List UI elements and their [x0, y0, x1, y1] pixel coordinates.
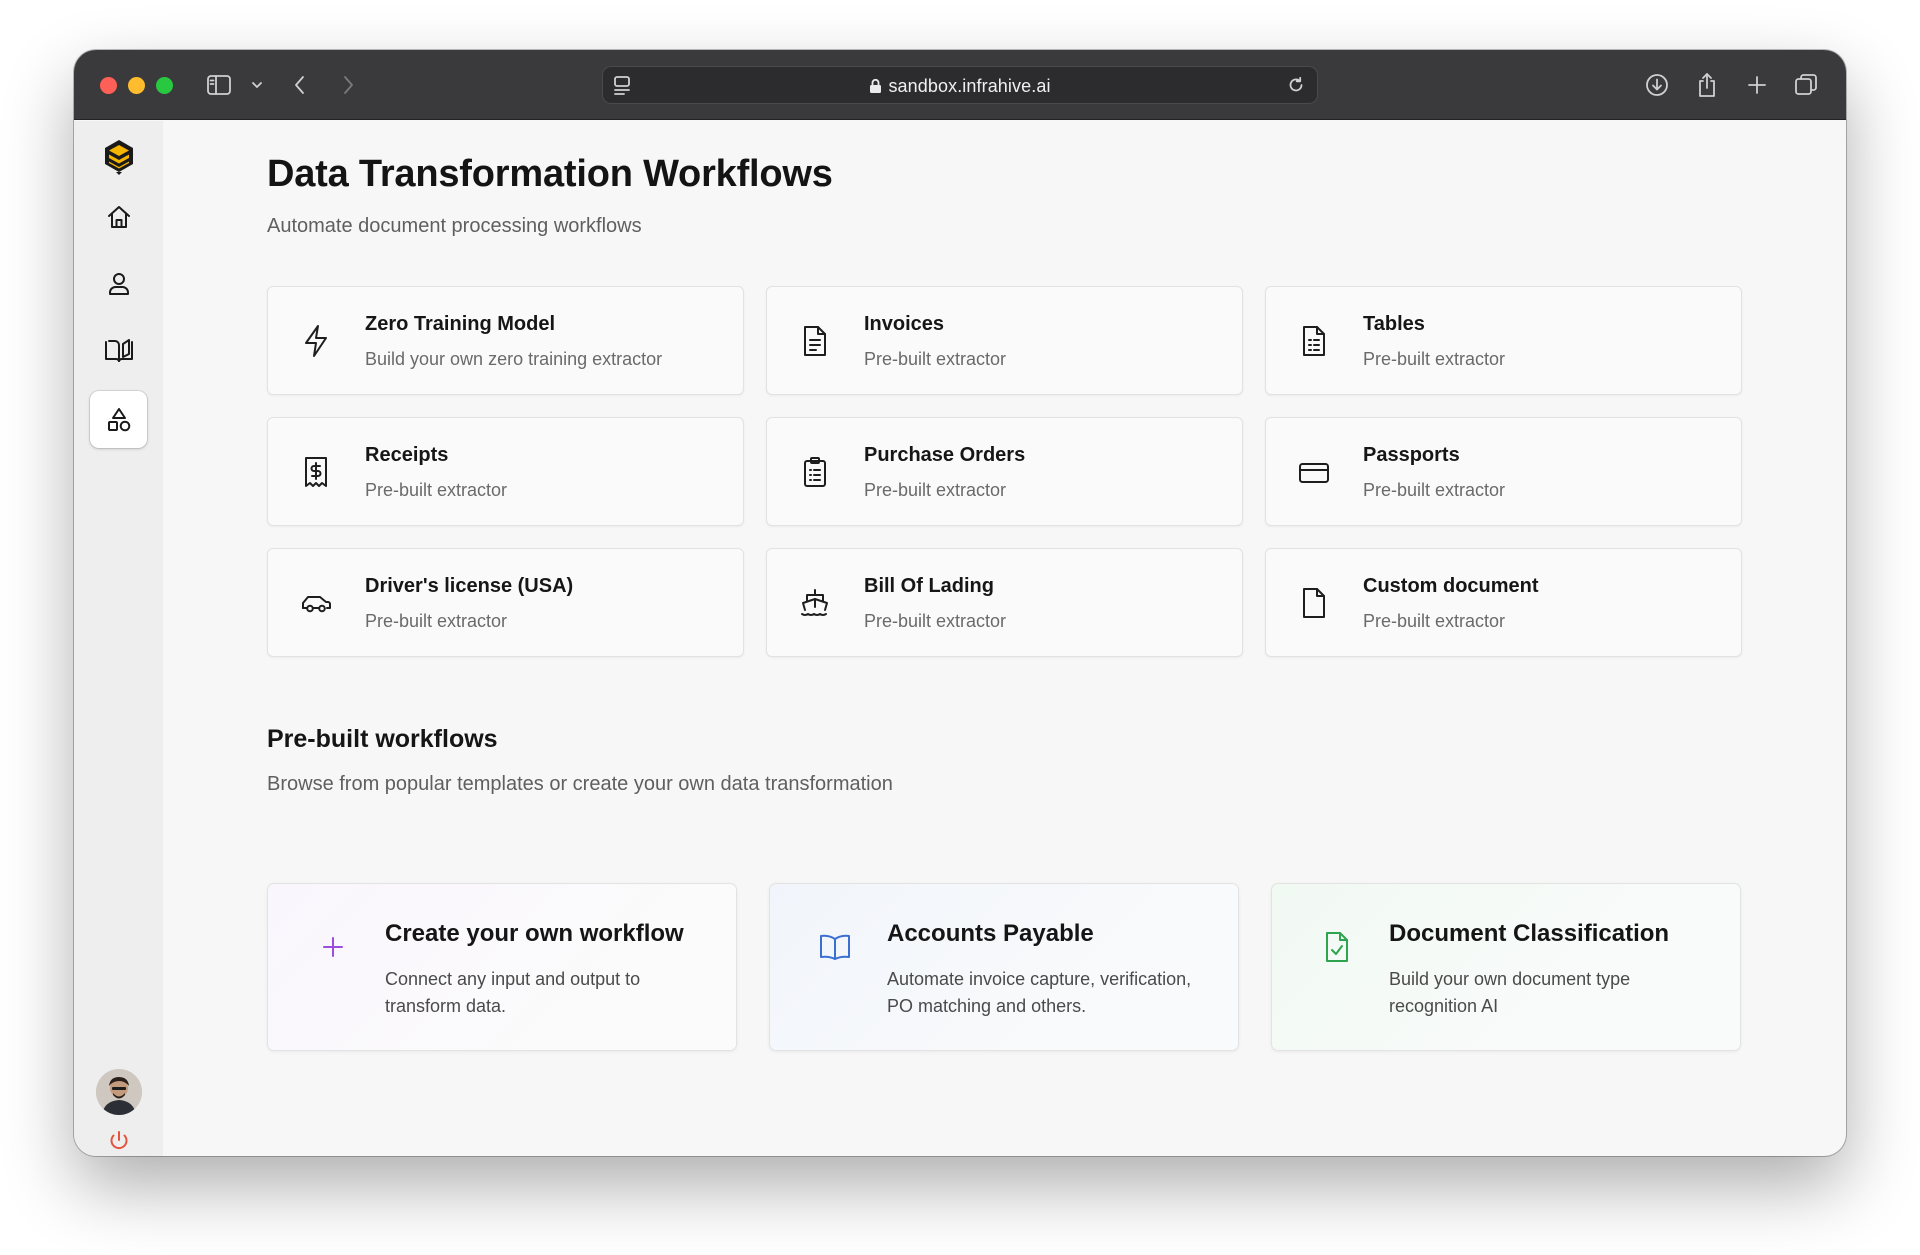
workflow-card-create-own[interactable]: Create your own workflow Connect any inp…: [267, 883, 737, 1051]
open-book-icon: [818, 930, 852, 964]
reload-icon[interactable]: [1281, 70, 1311, 100]
plus-icon: [316, 930, 350, 964]
infrahive-logo[interactable]: [90, 128, 147, 185]
document-text-icon: [799, 323, 831, 359]
card-title: Invoices: [864, 313, 945, 335]
card-subtitle: Pre-built extractor: [864, 611, 1007, 631]
extractor-card-purchase-orders[interactable]: Purchase Orders Pre-built extractor: [766, 417, 1243, 526]
extractor-card-drivers-license[interactable]: Driver's license (USA) Pre-built extract…: [267, 548, 744, 657]
new-tab-icon[interactable]: [1742, 70, 1772, 100]
clipboard-list-icon: [799, 454, 831, 490]
workflow-description: Automate invoice capture, verification, …: [887, 969, 1192, 1016]
share-icon[interactable]: [1692, 70, 1722, 100]
close-window-button[interactable]: [100, 77, 117, 94]
extractor-card-passports[interactable]: Passports Pre-built extractor: [1265, 417, 1742, 526]
card-subtitle: Pre-built extractor: [365, 611, 508, 631]
lock-icon: [869, 78, 882, 99]
sidebar-toggle-icon[interactable]: [204, 70, 234, 100]
power-icon[interactable]: [90, 1123, 147, 1156]
workflow-title: Document Classification: [1389, 920, 1670, 947]
book-icon[interactable]: [90, 321, 147, 378]
app-sidebar: [74, 121, 163, 1156]
workflow-description: Connect any input and output to transfor…: [385, 969, 641, 1016]
zoom-window-button[interactable]: [156, 77, 173, 94]
car-icon: [300, 585, 332, 621]
card-subtitle: Pre-built extractor: [365, 480, 508, 500]
blank-document-icon: [1298, 585, 1330, 621]
card-subtitle: Build your own zero training extractor: [365, 349, 663, 369]
card-title: Bill Of Lading: [864, 575, 994, 597]
main-content: Data Transformation Workflows Automate d…: [163, 121, 1846, 1156]
extractor-card-receipts[interactable]: Receipts Pre-built extractor: [267, 417, 744, 526]
card-title: Custom document: [1363, 575, 1539, 597]
section-subtitle: Browse from popular templates or create …: [267, 773, 893, 795]
workflow-card-document-classification[interactable]: Document Classification Build your own d…: [1271, 883, 1741, 1051]
browser-toolbar: sandbox.infrahive.ai: [74, 50, 1846, 120]
tab-overview-icon[interactable]: [1791, 70, 1821, 100]
forward-arrow-icon[interactable]: [333, 70, 363, 100]
card-subtitle: Pre-built extractor: [864, 480, 1007, 500]
workflow-title: Accounts Payable: [887, 920, 1094, 947]
table-document-icon: [1298, 323, 1330, 359]
card-title: Purchase Orders: [864, 444, 1026, 466]
card-subtitle: Pre-built extractor: [864, 349, 1007, 369]
card-subtitle: Pre-built extractor: [1363, 611, 1506, 631]
user-avatar[interactable]: [96, 1069, 142, 1115]
download-icon[interactable]: [1642, 70, 1672, 100]
workflow-card-accounts-payable[interactable]: Accounts Payable Automate invoice captur…: [769, 883, 1239, 1051]
card-title: Passports: [1363, 444, 1460, 466]
extractor-card-tables[interactable]: Tables Pre-built extractor: [1265, 286, 1742, 395]
user-icon[interactable]: [90, 255, 147, 312]
card-title: Zero Training Model: [365, 313, 556, 335]
page-title: Data Transformation Workflows: [267, 153, 833, 195]
home-icon[interactable]: [90, 188, 147, 245]
workflow-description: Build your own document type recognition…: [1389, 969, 1631, 1016]
shapes-icon[interactable]: [90, 391, 147, 448]
ship-icon: [799, 585, 831, 621]
extractor-card-custom-document[interactable]: Custom document Pre-built extractor: [1265, 548, 1742, 657]
workflow-title: Create your own workflow: [385, 920, 684, 947]
section-title: Pre-built workflows: [267, 725, 498, 753]
card-title: Receipts: [365, 444, 449, 466]
browser-window: sandbox.infrahive.ai Data Transformation…: [74, 50, 1846, 1156]
chevron-down-icon[interactable]: [242, 70, 272, 100]
credit-card-icon: [1298, 454, 1330, 490]
lightning-icon: [300, 323, 332, 359]
card-title: Tables: [1363, 313, 1425, 335]
url-text: sandbox.infrahive.ai: [888, 76, 1051, 96]
card-subtitle: Pre-built extractor: [1363, 349, 1506, 369]
card-subtitle: Pre-built extractor: [1363, 480, 1506, 500]
card-title: Driver's license (USA): [365, 575, 574, 597]
address-bar[interactable]: sandbox.infrahive.ai: [602, 66, 1318, 104]
page-subtitle: Automate document processing workflows: [267, 215, 642, 237]
document-check-icon: [1320, 930, 1354, 964]
minimize-window-button[interactable]: [128, 77, 145, 94]
back-arrow-icon[interactable]: [285, 70, 315, 100]
receipt-dollar-icon: [300, 454, 332, 490]
extractor-card-invoices[interactable]: Invoices Pre-built extractor: [766, 286, 1243, 395]
extractor-card-zero-training-model[interactable]: Zero Training Model Build your own zero …: [267, 286, 744, 395]
extractor-card-bill-of-lading[interactable]: Bill Of Lading Pre-built extractor: [766, 548, 1243, 657]
